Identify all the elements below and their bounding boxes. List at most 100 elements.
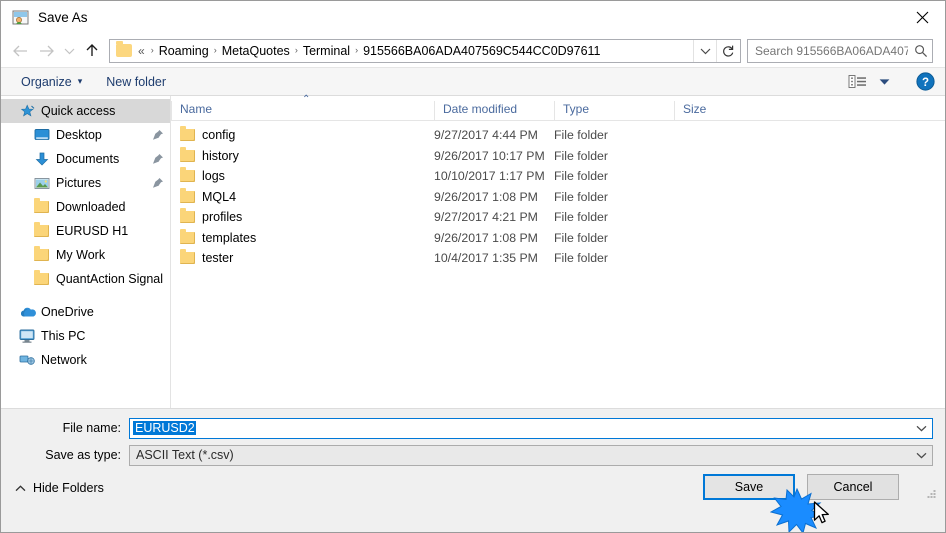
file-name: config xyxy=(202,128,236,143)
sidebar-label: Desktop xyxy=(56,128,102,142)
filename-input[interactable]: EURUSD2 xyxy=(133,421,196,435)
file-rows: config 9/27/2017 4:44 PM File folder his… xyxy=(171,121,945,269)
pictures-icon xyxy=(34,177,52,190)
breadcrumb-separator: › xyxy=(213,45,217,55)
dialog-footer: Hide Folders Save Cancel xyxy=(1,466,945,509)
sidebar-item-documents[interactable]: Documents xyxy=(1,147,170,171)
filename-value-wrap: EURUSD2 xyxy=(130,421,910,435)
column-header-type[interactable]: Type xyxy=(554,101,674,120)
network-icon xyxy=(19,353,37,367)
navigation-bar: « › Roaming › MetaQuotes › Terminal › 91… xyxy=(1,34,945,67)
help-icon[interactable]: ? xyxy=(916,72,935,91)
column-header-date-modified[interactable]: Date modified xyxy=(434,101,554,120)
file-list: ⌃ Name Date modified Type Size config 9/… xyxy=(171,94,945,408)
organize-button[interactable]: Organize ▾ xyxy=(15,72,88,92)
new-folder-button[interactable]: New folder xyxy=(100,72,172,92)
filename-row: File name: EURUSD2 xyxy=(1,417,945,439)
sidebar-label: Quick access xyxy=(41,104,116,118)
breadcrumb-item-guid[interactable]: 915566BA06ADA407569C544CC0D97611 xyxy=(363,44,600,58)
breadcrumb-separator: › xyxy=(294,45,298,55)
filetype-label: Save as type: xyxy=(45,448,121,462)
breadcrumb-item-metaquotes[interactable]: MetaQuotes xyxy=(222,44,290,58)
folder-icon xyxy=(34,222,52,237)
cancel-button[interactable]: Cancel xyxy=(807,474,899,500)
folder-icon xyxy=(116,41,132,57)
chevron-up-icon xyxy=(15,481,26,495)
chevron-down-icon[interactable] xyxy=(910,425,932,432)
recent-locations-button[interactable] xyxy=(59,38,79,64)
column-header-size[interactable]: Size xyxy=(674,101,754,120)
filetype-select[interactable]: ASCII Text (*.csv) xyxy=(129,444,933,466)
view-dropdown-button[interactable] xyxy=(875,76,894,88)
filetype-value: ASCII Text (*.csv) xyxy=(136,448,234,462)
pin-icon[interactable] xyxy=(152,129,164,141)
sort-ascending-icon: ⌃ xyxy=(302,94,311,105)
breadcrumb-separator: › xyxy=(150,45,154,55)
dialog-body: Quick access Desktop Documents Pictures … xyxy=(1,94,945,408)
table-row[interactable]: logs 10/10/2017 1:17 PM File folder xyxy=(171,166,945,187)
search-input[interactable] xyxy=(748,43,910,58)
sidebar-item-pictures[interactable]: Pictures xyxy=(1,171,170,195)
sidebar-item-quick-access[interactable]: Quick access xyxy=(1,99,170,123)
save-button[interactable]: Save xyxy=(703,474,795,500)
pin-icon[interactable] xyxy=(152,177,164,189)
forward-button[interactable] xyxy=(33,38,59,64)
resize-grip-icon[interactable] xyxy=(925,488,938,504)
file-name: tester xyxy=(202,251,234,266)
breadcrumb[interactable]: « › Roaming › MetaQuotes › Terminal › 91… xyxy=(109,38,741,63)
sidebar-label: QuantAction Signal xyxy=(56,272,164,286)
sidebar-item-downloaded[interactable]: Downloaded xyxy=(1,195,170,219)
close-button[interactable] xyxy=(899,1,945,34)
table-row[interactable]: MQL4 9/26/2017 1:08 PM File folder xyxy=(171,187,945,208)
sidebar-item-this-pc[interactable]: This PC xyxy=(1,324,170,348)
table-row[interactable]: profiles 9/27/2017 4:21 PM File folder xyxy=(171,207,945,228)
file-date: 10/10/2017 1:17 PM xyxy=(434,169,545,184)
new-folder-label: New folder xyxy=(106,74,167,89)
filename-field[interactable]: EURUSD2 xyxy=(129,417,933,439)
breadcrumb-overflow[interactable]: « xyxy=(137,44,146,58)
documents-icon xyxy=(34,152,52,167)
hide-folders-button[interactable]: Hide Folders xyxy=(15,481,104,495)
sidebar-item-onedrive[interactable]: OneDrive xyxy=(1,300,170,324)
filename-label: File name: xyxy=(62,421,121,435)
sidebar-item-network[interactable]: Network xyxy=(1,348,170,372)
table-row[interactable]: history 9/26/2017 10:17 PM File folder xyxy=(171,146,945,167)
breadcrumb-separator: › xyxy=(355,45,359,55)
back-button[interactable] xyxy=(7,38,33,64)
save-as-icon xyxy=(12,9,29,26)
breadcrumb-item-roaming[interactable]: Roaming xyxy=(159,44,209,58)
folder-icon xyxy=(180,167,195,183)
view-details-icon[interactable] xyxy=(844,72,871,91)
table-row[interactable]: tester 10/4/2017 1:35 PM File folder xyxy=(171,248,945,269)
title-bar: Save As xyxy=(1,1,945,34)
chevron-down-icon[interactable] xyxy=(693,39,716,62)
sidebar-item-eurusd-h1[interactable]: EURUSD H1 xyxy=(1,219,170,243)
sidebar-item-my-work[interactable]: My Work xyxy=(1,243,170,267)
this-pc-icon xyxy=(19,329,37,343)
file-type: File folder xyxy=(554,128,608,143)
sidebar-item-quantaction-signal[interactable]: QuantAction Signal xyxy=(1,267,170,291)
file-name: history xyxy=(202,148,239,163)
folder-icon xyxy=(180,228,195,244)
folder-icon xyxy=(180,146,195,162)
file-date: 9/27/2017 4:21 PM xyxy=(434,210,538,225)
navigation-pane: Quick access Desktop Documents Pictures … xyxy=(1,96,171,408)
refresh-icon[interactable] xyxy=(716,39,739,62)
sidebar-item-desktop[interactable]: Desktop xyxy=(1,123,170,147)
breadcrumb-item-terminal[interactable]: Terminal xyxy=(303,44,350,58)
desktop-icon xyxy=(34,128,52,142)
chevron-down-icon: ▾ xyxy=(77,76,83,86)
sidebar-label: OneDrive xyxy=(41,305,94,319)
folder-icon xyxy=(34,246,52,261)
organize-label: Organize xyxy=(21,74,72,89)
sidebar-label: Downloaded xyxy=(56,200,126,214)
window-title: Save As xyxy=(38,10,88,25)
search-box[interactable] xyxy=(747,38,933,63)
chevron-down-icon[interactable] xyxy=(910,452,932,459)
table-row[interactable]: templates 9/26/2017 1:08 PM File folder xyxy=(171,228,945,249)
file-date: 10/4/2017 1:35 PM xyxy=(434,251,538,266)
up-button[interactable] xyxy=(79,38,105,64)
table-row[interactable]: config 9/27/2017 4:44 PM File folder xyxy=(171,125,945,146)
pin-icon[interactable] xyxy=(152,153,164,165)
file-name: profiles xyxy=(202,210,243,225)
